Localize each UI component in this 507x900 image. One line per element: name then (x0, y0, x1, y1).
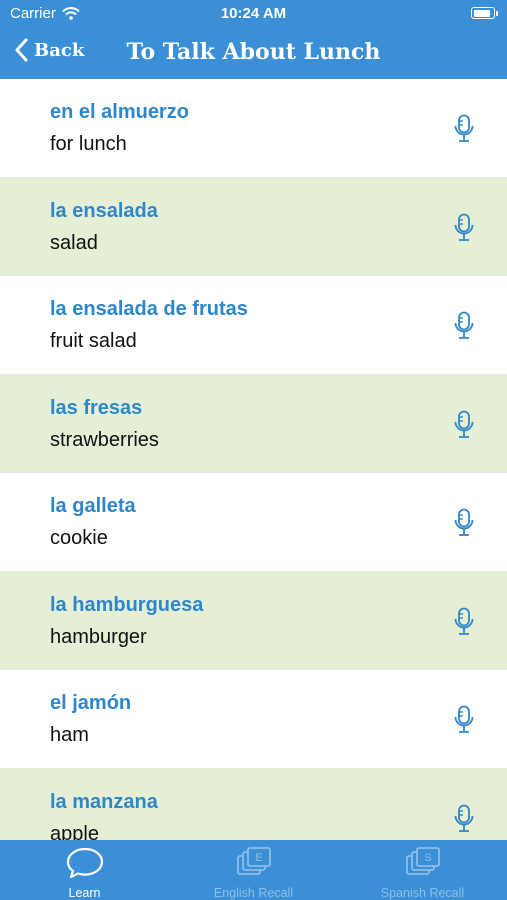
speech-bubble-icon (66, 847, 103, 879)
english-translation: hamburger (50, 625, 147, 648)
vocab-list: en el almuerzo for lunch la ensalada salad l… (0, 79, 507, 840)
tab-label: Spanish Recall (380, 886, 465, 900)
spanish-term: la galleta (50, 495, 136, 517)
spanish-term: la ensalada de frutas (50, 298, 248, 320)
spanish-term: la manzana (50, 790, 158, 813)
page-title: To Talk About Lunch (126, 39, 381, 65)
microphone-icon[interactable] (453, 804, 475, 834)
list-item[interactable]: el jamón ham (0, 670, 507, 769)
english-translation: salad (50, 231, 98, 254)
tab-learn[interactable]: Learn (0, 840, 169, 900)
card-letter: E (255, 852, 262, 864)
spanish-term: el jamón (50, 692, 132, 714)
list-item[interactable]: la ensalada salad (0, 177, 507, 276)
tab-bar: Learn E English Recall S Spanish Recall (0, 840, 507, 900)
card-letter: S (424, 852, 431, 864)
english-translation: apple (50, 822, 99, 841)
microphone-icon[interactable] (453, 213, 475, 243)
microphone-icon[interactable] (453, 607, 475, 637)
microphone-icon[interactable] (453, 705, 475, 735)
english-translation: strawberries (50, 428, 159, 451)
tab-spanish-recall[interactable]: S Spanish Recall (338, 840, 507, 900)
list-item[interactable]: en el almuerzo for lunch (0, 79, 507, 178)
tab-label: English Recall (213, 886, 294, 900)
nav-bar: Back To Talk About Lunch (0, 28, 507, 79)
spanish-term: en el almuerzo (50, 101, 189, 123)
spanish-term: la ensalada (50, 199, 158, 222)
list-item[interactable]: la hamburguesa hamburger (0, 571, 507, 670)
spanish-cards-icon: S (405, 847, 440, 875)
list-item[interactable]: la manzana apple (0, 768, 507, 841)
list-item[interactable]: las fresas strawberries (0, 374, 507, 473)
spanish-term: las fresas (50, 396, 143, 419)
tab-label: Learn (68, 886, 101, 900)
status-time: 10:24 AM (220, 5, 287, 22)
top-bar: Carrier 10:24 AM Back To Talk About Lunc… (0, 0, 507, 79)
microphone-icon[interactable] (453, 114, 475, 144)
list-item[interactable]: la galleta cookie (0, 473, 507, 572)
microphone-icon[interactable] (453, 311, 475, 341)
list-item[interactable]: la ensalada de frutas fruit salad (0, 276, 507, 375)
battery-icon (471, 7, 498, 19)
english-translation: ham (50, 724, 89, 746)
tab-english-recall[interactable]: E English Recall (169, 840, 338, 900)
english-cards-icon: E (236, 847, 271, 875)
status-bar: Carrier 10:24 AM (0, 0, 507, 28)
spanish-term: la hamburguesa (50, 593, 204, 616)
microphone-icon[interactable] (453, 508, 475, 538)
microphone-icon[interactable] (453, 410, 475, 440)
english-translation: for lunch (50, 133, 127, 155)
english-translation: fruit salad (50, 330, 137, 352)
english-translation: cookie (50, 527, 108, 549)
